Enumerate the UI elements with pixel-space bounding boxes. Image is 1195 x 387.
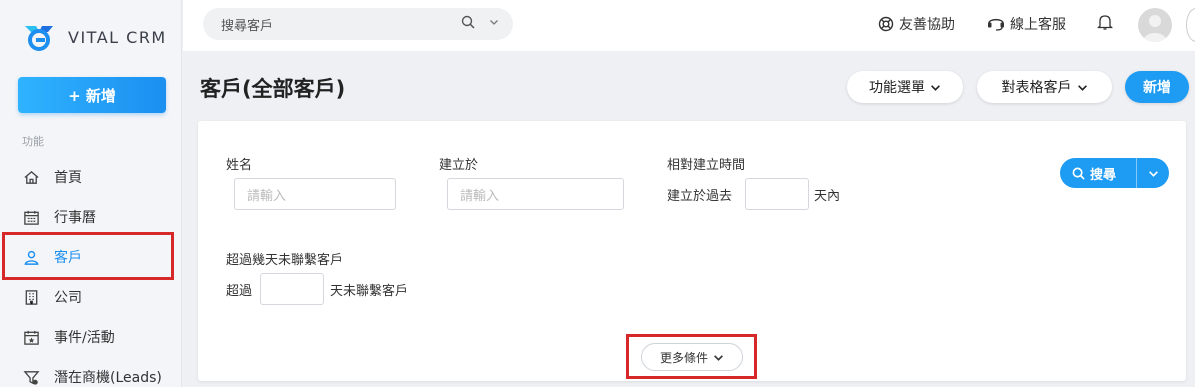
chevron-down-icon	[1077, 84, 1087, 91]
sidebar-item-company[interactable]: 公司	[22, 285, 82, 309]
topbar: 搜尋客戶 友善協助 線上客服	[183, 0, 1195, 52]
add-customer-button[interactable]: 新增	[1125, 71, 1189, 103]
home-icon	[22, 168, 40, 186]
funnel-icon	[22, 368, 40, 386]
sidebar-item-label: 事件/活動	[54, 330, 115, 346]
sidebar: VITAL CRM + 新增 功能 首頁 行事曆 客戶 公司 事件/活動 潛在商…	[0, 0, 182, 387]
sidebar-item-home[interactable]: 首頁	[22, 165, 82, 189]
filter-search-main[interactable]: 搜尋	[1060, 164, 1136, 183]
relative-time-prefix: 建立於過去	[667, 189, 733, 204]
chevron-down-icon	[1148, 170, 1158, 177]
chevron-down-icon[interactable]	[489, 17, 499, 27]
search-placeholder: 搜尋客戶	[221, 18, 274, 34]
name-filter-label: 姓名	[226, 158, 253, 173]
search-icon	[1072, 167, 1085, 180]
bell-icon[interactable]	[1097, 13, 1113, 31]
sidebar-new-button[interactable]: + 新增	[18, 77, 166, 113]
support-label: 線上客服	[1010, 17, 1066, 33]
uncontacted-label: 超過幾天未聯繫客戶	[226, 253, 344, 268]
highlight-customers	[2, 232, 174, 280]
panel-toggle[interactable]	[1186, 8, 1195, 42]
chevron-down-icon	[931, 84, 940, 91]
name-filter-placeholder: 請輸入	[247, 188, 287, 204]
uncontacted-prefix: 超過	[226, 284, 253, 299]
created-filter-placeholder: 請輸入	[460, 188, 500, 204]
help-label: 友善協助	[899, 17, 955, 33]
brand-name: VITAL CRM	[68, 27, 167, 47]
headset-icon	[988, 18, 1004, 31]
calendar-icon	[22, 208, 40, 226]
page-title: 客戶(全部客戶)	[200, 77, 346, 101]
highlight-more-conditions	[626, 334, 757, 379]
filter-search-button[interactable]: 搜尋	[1060, 158, 1169, 188]
sidebar-item-label: 首頁	[54, 170, 82, 186]
uncontacted-suffix: 天未聯繫客戶	[330, 284, 409, 299]
function-menu-label: 功能選單	[869, 80, 925, 96]
table-view-button[interactable]: 對表格客戶	[977, 71, 1112, 103]
search-icon[interactable]	[461, 15, 475, 29]
sidebar-item-label: 潛在商機(Leads)	[54, 370, 162, 386]
avatar[interactable]	[1138, 8, 1172, 42]
building-icon	[22, 288, 40, 306]
lifebuoy-icon	[878, 16, 894, 32]
relative-time-suffix: 天內	[814, 189, 841, 204]
filter-search-label: 搜尋	[1090, 167, 1117, 183]
name-filter-input[interactable]: 請輸入	[234, 178, 396, 210]
search-input[interactable]: 搜尋客戶	[203, 8, 513, 40]
user-avatar-icon	[1143, 15, 1167, 42]
logo[interactable]: VITAL CRM	[22, 20, 167, 54]
relative-time-label: 相對建立時間	[667, 158, 746, 173]
sidebar-item-events[interactable]: 事件/活動	[22, 325, 115, 349]
sidebar-section-label: 功能	[22, 135, 44, 148]
sidebar-item-label: 行事曆	[54, 210, 96, 226]
event-icon	[22, 328, 40, 346]
sidebar-item-calendar[interactable]: 行事曆	[22, 205, 96, 229]
table-view-label: 對表格客戶	[1001, 80, 1072, 96]
created-filter-label: 建立於	[439, 158, 479, 173]
uncontacted-days-input[interactable]	[260, 273, 324, 305]
created-filter-input[interactable]: 請輸入	[447, 178, 624, 210]
support-link[interactable]: 線上客服	[987, 14, 1066, 34]
relative-days-input[interactable]	[745, 178, 809, 210]
help-link[interactable]: 友善協助	[878, 14, 955, 34]
search-options-dropdown[interactable]	[1137, 168, 1169, 179]
sidebar-item-leads[interactable]: 潛在商機(Leads)	[22, 365, 162, 387]
sidebar-item-label: 公司	[54, 290, 82, 306]
vital-crm-logo-icon	[25, 26, 53, 51]
function-menu-button[interactable]: 功能選單	[847, 71, 963, 103]
